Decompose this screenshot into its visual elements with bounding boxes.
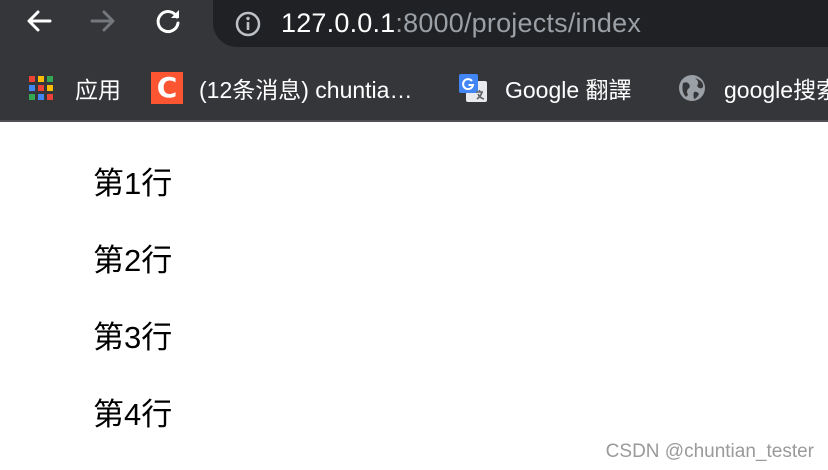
- google-translate-icon: [457, 72, 489, 104]
- bookmark-google-search[interactable]: google搜索: [676, 70, 828, 106]
- url-path: :8000/projects/index: [395, 8, 642, 38]
- watermark: CSDN @chuntian_tester: [605, 441, 814, 462]
- arrow-right-icon: [90, 10, 115, 32]
- bookmark-label: (12条消息) chuntia…: [199, 77, 413, 103]
- bookmark-google-translate[interactable]: Google 翻譯: [457, 70, 632, 106]
- address-bar[interactable]: 127.0.0.1:8000/projects/index: [213, 0, 828, 47]
- reload-icon: [156, 10, 180, 33]
- list-item: 第3行: [93, 320, 173, 355]
- bookmarks-bar: 应用 C (12条消息) chuntia… Google 翻譯 google搜索: [0, 58, 828, 122]
- url-host: 127.0.0.1: [281, 8, 396, 38]
- csdn-icon: C: [151, 72, 183, 104]
- bookmark-csdn[interactable]: C (12条消息) chuntia…: [151, 70, 412, 106]
- arrow-left-icon: [27, 10, 52, 32]
- bookmark-apps[interactable]: 应用: [27, 70, 121, 106]
- list-item: 第2行: [93, 243, 173, 278]
- globe-icon: [676, 72, 708, 104]
- url-text[interactable]: 127.0.0.1:8000/projects/index: [281, 8, 641, 39]
- back-button[interactable]: [22, 4, 56, 38]
- info-icon[interactable]: [231, 7, 265, 41]
- bookmark-label: Google 翻譯: [505, 77, 632, 103]
- browser-toolbar: 127.0.0.1:8000/projects/index: [0, 0, 828, 58]
- bookmark-label: 应用: [75, 77, 121, 103]
- apps-grid-icon: [27, 72, 55, 104]
- reload-button[interactable]: [151, 4, 185, 38]
- bookmark-label: google搜索: [724, 77, 828, 103]
- csdn-logo: C: [151, 72, 183, 104]
- list-item: 第4行: [93, 397, 173, 432]
- forward-button[interactable]: [86, 4, 120, 38]
- page-content: 第1行 第2行 第3行 第4行 CSDN @chuntian_tester: [0, 122, 828, 470]
- browser-window: 127.0.0.1:8000/projects/index 应用 C (12条消…: [0, 0, 828, 470]
- list-item: 第1行: [93, 166, 173, 201]
